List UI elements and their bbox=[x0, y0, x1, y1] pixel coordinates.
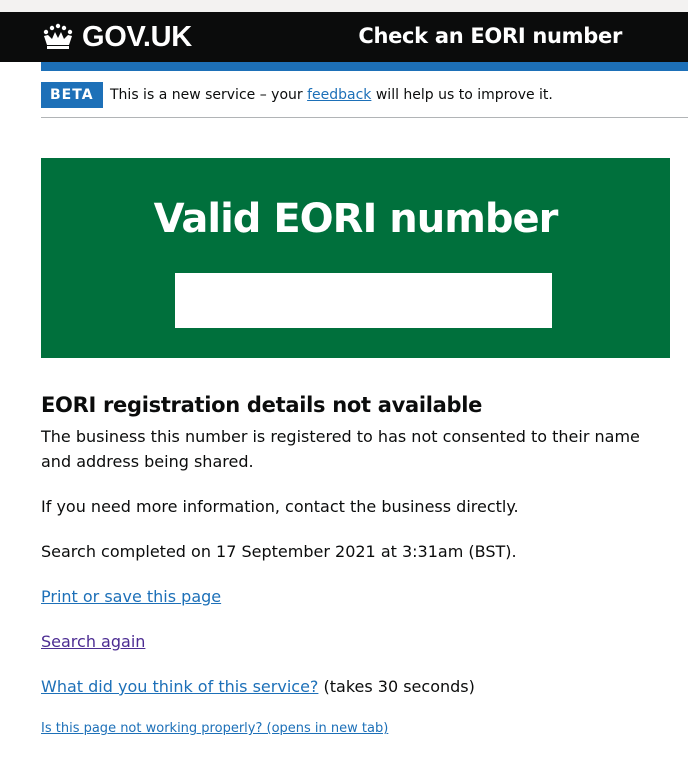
browser-top-strip bbox=[0, 0, 688, 12]
header-blue-bar bbox=[41, 62, 688, 71]
consent-text-line2: and address being shared. bbox=[41, 452, 254, 471]
phase-text-after: will help us to improve it. bbox=[371, 87, 553, 103]
feedback-link[interactable]: feedback bbox=[307, 87, 371, 103]
phase-banner-text: This is a new service – your feedback wi… bbox=[110, 87, 553, 103]
panel-title: Valid EORI number bbox=[153, 196, 559, 242]
confirmation-panel: Valid EORI number bbox=[41, 158, 670, 358]
service-feedback: What did you think of this service? (tak… bbox=[41, 674, 475, 699]
eori-number-box bbox=[175, 273, 552, 328]
service-name-link[interactable]: Check an EORI number bbox=[358, 24, 622, 48]
service-feedback-link[interactable]: What did you think of this service? bbox=[41, 677, 318, 696]
report-problem-link[interactable]: Is this page not working properly? (open… bbox=[41, 721, 388, 736]
search-completed-text: Search completed on 17 September 2021 at… bbox=[41, 542, 517, 561]
print-save-link[interactable]: Print or save this page bbox=[41, 587, 221, 606]
govuk-header: GOV.UK Check an EORI number bbox=[0, 12, 688, 62]
feedback-duration-text: (takes 30 seconds) bbox=[318, 677, 475, 696]
logo-text: GOV.UK bbox=[82, 20, 192, 53]
contact-text: If you need more information, contact th… bbox=[41, 497, 519, 516]
consent-text-line1: The business this number is registered t… bbox=[41, 427, 640, 446]
search-again-wrapper: Search again bbox=[41, 629, 145, 654]
govuk-logo-link[interactable]: GOV.UK bbox=[40, 20, 192, 53]
details-heading: EORI registration details not available bbox=[41, 393, 483, 418]
print-link-wrapper: Print or save this page bbox=[41, 584, 221, 609]
phase-text-before: This is a new service – your bbox=[110, 87, 308, 103]
search-again-link[interactable]: Search again bbox=[41, 632, 145, 651]
phase-banner: BETA This is a new service – your feedba… bbox=[41, 71, 688, 118]
report-problem-wrapper: Is this page not working properly? (open… bbox=[41, 721, 388, 736]
beta-tag: BETA bbox=[41, 82, 103, 108]
crown-icon bbox=[43, 23, 73, 49]
